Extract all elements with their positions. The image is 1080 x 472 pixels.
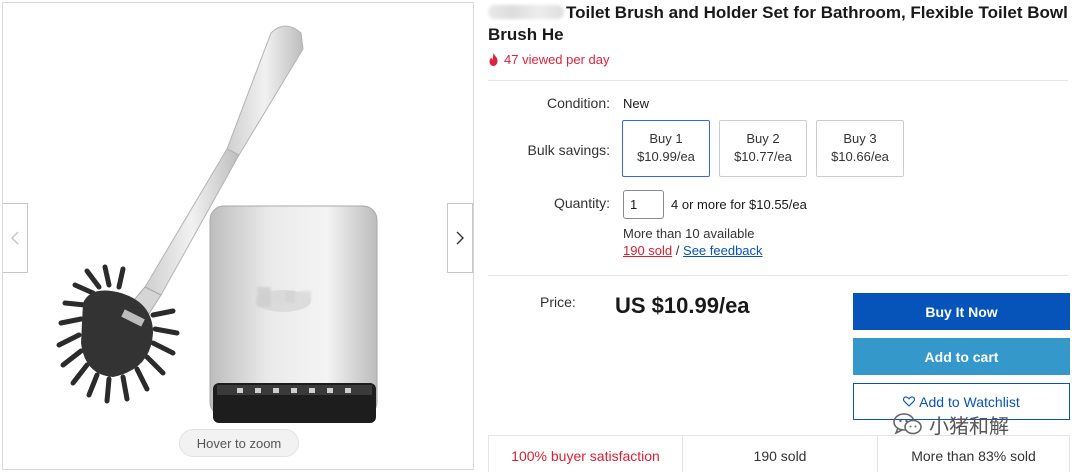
buy-it-now-label: Buy It Now: [925, 303, 998, 320]
bulk-option-qty: Buy 3: [843, 131, 877, 146]
views-indicator: 47 viewed per day: [488, 52, 610, 67]
buyer-satisfaction-stat: 100% buyer satisfaction: [511, 448, 660, 464]
quantity-input[interactable]: [623, 190, 664, 219]
listing-title-wrap: Toilet Brush and Holder Set for Bathroom…: [488, 2, 1073, 46]
percent-sold-stat: More than 83% sold: [877, 436, 1069, 472]
fire-icon: [489, 53, 498, 66]
sold-count-stat: 190 sold: [682, 436, 877, 472]
bulk-option-qty: Buy 1: [649, 131, 683, 146]
link-separator: /: [675, 243, 680, 258]
add-to-watchlist-label: Add to Watchlist: [919, 393, 1020, 410]
image-gallery[interactable]: Hover to zoom: [2, 2, 474, 470]
divider: [488, 80, 1068, 81]
hover-to-zoom-hint: Hover to zoom: [179, 429, 299, 457]
add-to-cart-label: Add to cart: [924, 348, 999, 365]
heart-icon: [903, 396, 916, 407]
bulk-option-qty: Buy 2: [746, 131, 780, 146]
add-to-cart-button[interactable]: Add to cart: [853, 338, 1070, 375]
chevron-right-icon: [456, 231, 464, 245]
buy-it-now-button[interactable]: Buy It Now: [853, 293, 1070, 330]
wechat-icon: [893, 412, 922, 435]
price-label: Price:: [540, 294, 576, 310]
watermark: 小猪和解: [893, 410, 1009, 439]
bulk-option-buy-2[interactable]: Buy 2 $10.77/ea: [719, 120, 807, 177]
watermark-text: 小猪和解: [929, 414, 1009, 438]
product-image[interactable]: [3, 3, 474, 470]
bulk-option-buy-1[interactable]: Buy 1 $10.99/ea: [622, 120, 710, 177]
quantity-label: Quantity:: [553, 195, 610, 211]
previous-image-button[interactable]: [3, 203, 28, 273]
blurred-brand-name: [488, 5, 564, 19]
divider: [488, 275, 1068, 276]
see-feedback-link[interactable]: See feedback: [683, 243, 763, 258]
quantity-offer: 4 or more for $10.55/ea: [671, 197, 807, 212]
sold-feedback-links: 190 sold / See feedback: [623, 243, 763, 258]
condition-label: Condition:: [546, 95, 610, 111]
bulk-option-price: $10.77/ea: [734, 149, 792, 164]
price-value: US $10.99/ea: [615, 293, 750, 318]
condition-value: New: [623, 96, 650, 111]
bulk-option-buy-3[interactable]: Buy 3 $10.66/ea: [816, 120, 904, 177]
bulk-option-price: $10.99/ea: [637, 149, 695, 164]
bulk-savings-label: Bulk savings:: [527, 142, 610, 158]
views-text: 47 viewed per day: [504, 52, 610, 67]
listing-title: Toilet Brush and Holder Set for Bathroom…: [488, 2, 1073, 46]
listing-title-text: Toilet Brush and Holder Set for Bathroom…: [488, 3, 1068, 44]
seller-stats-strip: 100% buyer satisfaction 190 sold More th…: [488, 435, 1070, 472]
sold-count-link[interactable]: 190 sold: [623, 243, 672, 258]
chevron-left-icon: [10, 231, 18, 245]
availability-text: More than 10 available: [623, 226, 755, 241]
next-image-button[interactable]: [447, 203, 473, 273]
bulk-option-price: $10.66/ea: [831, 149, 889, 164]
